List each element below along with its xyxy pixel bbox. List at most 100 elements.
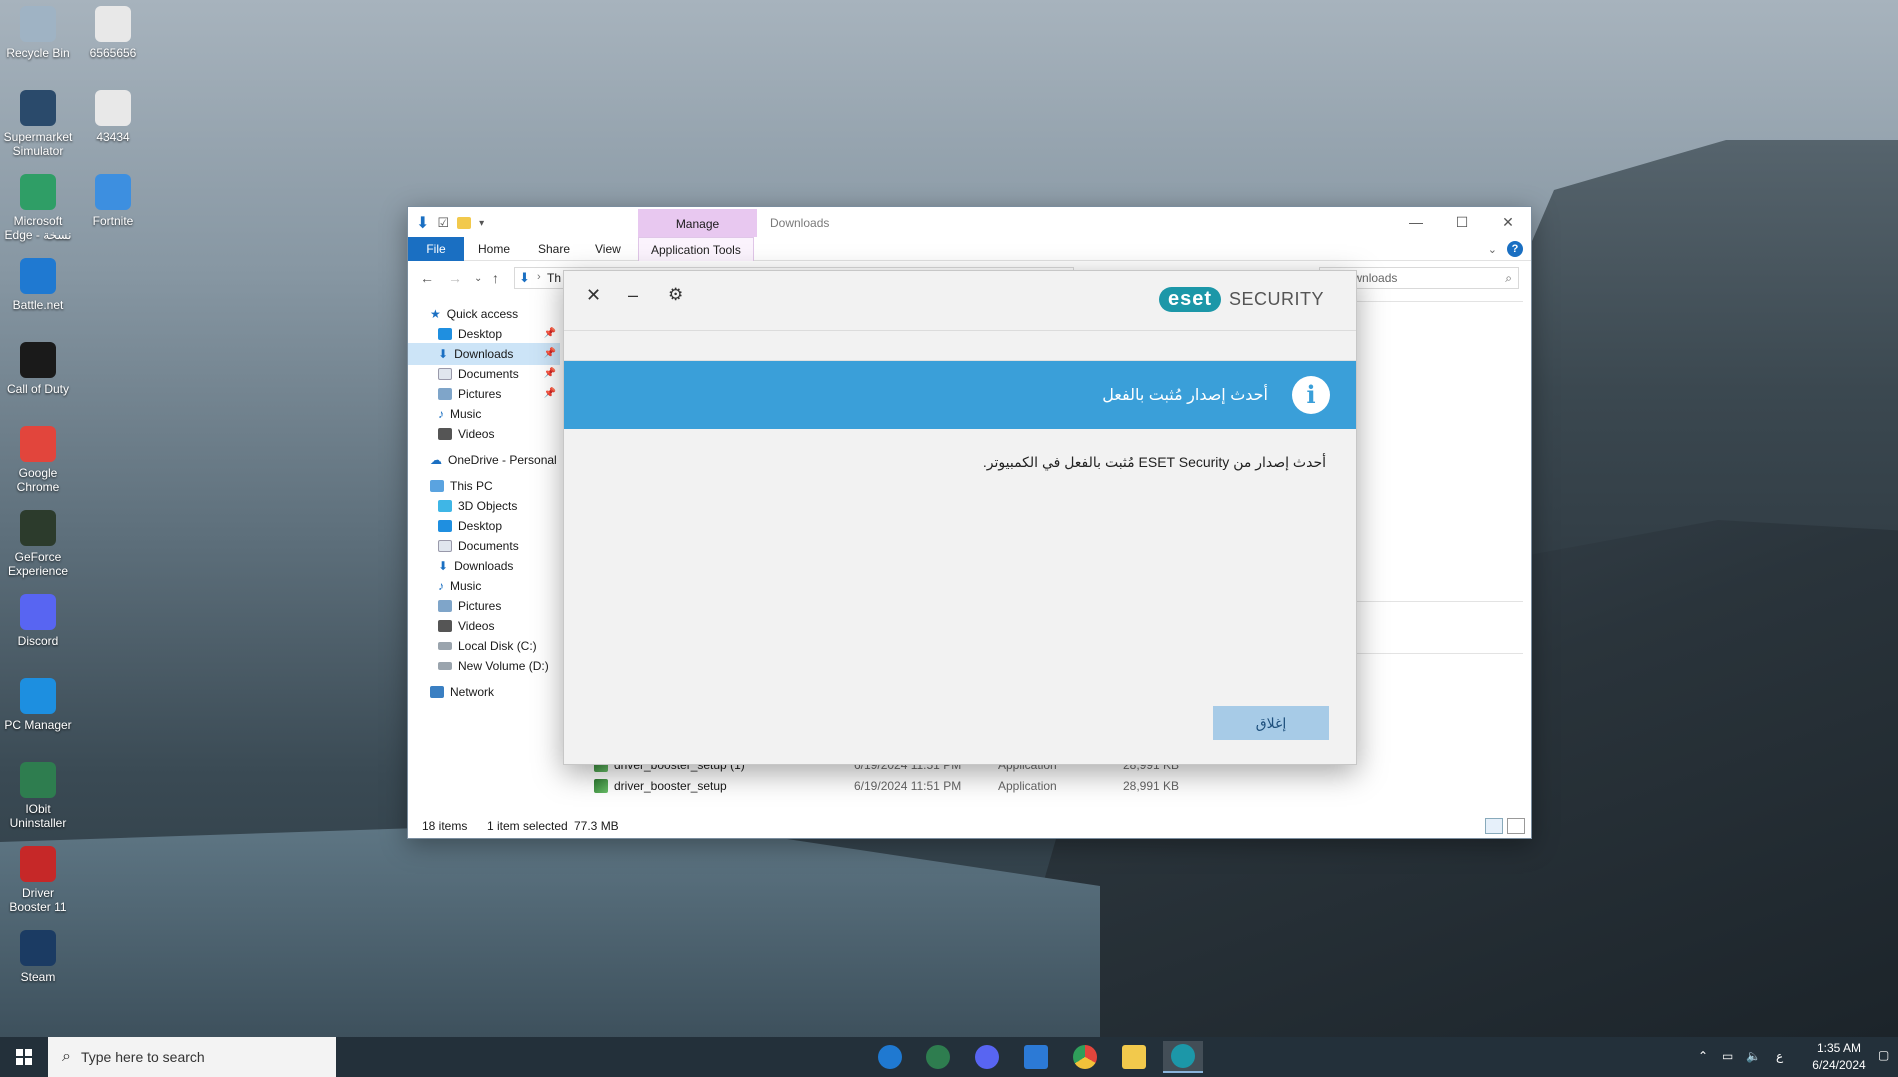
desktop-icon-item[interactable]: Discord [0,594,76,648]
mail-icon [1024,1045,1048,1069]
desktop-icon-item[interactable]: Microsoft Edge - نسخة [0,174,76,242]
taskbar-mail[interactable] [1016,1041,1056,1073]
desktop-icon-item[interactable]: Supermarket Simulator [0,90,76,158]
ribbon-expand-icon[interactable]: ⌄ [1488,243,1497,256]
qat-dropdown-icon[interactable]: ▾ [479,218,484,229]
desktop-icon-item[interactable]: PC Manager [0,678,76,732]
desktop-icon-item[interactable]: GeForce Experience [0,510,76,578]
nav-onedrive[interactable]: ☁ OneDrive - Personal [430,449,557,471]
help-icon[interactable]: ? [1507,241,1523,257]
eset-dialog: ✕ – ⚙ eset SECURITY أحدث إصدار مُثبت بال… [563,270,1357,765]
nav-qa-downloads[interactable]: ⬇ Downloads 📌 [408,343,560,365]
nav-pc-local-disk[interactable]: Local Disk (C:) [438,635,537,657]
pc-manager-icon [20,678,56,714]
volume-icon[interactable]: 🔈 [1746,1049,1761,1063]
forward-icon[interactable]: → [448,270,462,286]
nav-pc-3d-objects[interactable]: 3D Objects [438,495,517,517]
tab-file[interactable]: File [408,237,464,261]
clock-date[interactable]: 6/24/2024 [1804,1058,1874,1072]
call-of-duty-icon [20,342,56,378]
videos-icon [438,428,452,440]
nav-pc-music[interactable]: ♪ Music [438,575,481,597]
desktop-icon-label: Steam [20,970,56,984]
desktop-icon-item[interactable]: Fortnite [75,174,151,228]
new-folder-icon[interactable] [457,217,472,229]
file-icon [95,6,131,42]
desktop-icon-label: Recycle Bin [6,46,70,60]
desktop-icon-item[interactable]: Call of Duty [0,342,76,396]
nav-pc-pictures[interactable]: Pictures [438,595,501,617]
desktop-icon-label: 43434 [96,130,130,144]
nav-qa-music[interactable]: ♪ Music [438,403,481,425]
desktop-icon-label: Call of Duty [6,382,70,396]
taskbar-file-explorer[interactable] [1114,1041,1154,1073]
taskbar-discord[interactable] [967,1041,1007,1073]
close-icon[interactable]: ✕ [586,285,601,306]
properties-icon[interactable]: ☑ [437,215,449,231]
steam-icon [20,930,56,966]
pin-icon: 📌 [543,388,556,399]
download-arrow-icon[interactable]: ⬇ [416,213,429,233]
notification-icon[interactable]: ▢ [1878,1048,1889,1062]
clock-time[interactable]: 1:35 AM [1810,1041,1868,1055]
desktop-icon-item[interactable]: Driver Booster 11 [0,846,76,914]
nav-quick-access[interactable]: ★ Quick access [430,303,518,325]
system-tray: ⌃ ▭ 🔈 ع 1:35 AM 6/24/2024 ▢ [1698,1037,1898,1077]
input-language[interactable]: ع [1776,1049,1783,1063]
up-icon[interactable]: ↑ [492,270,499,286]
desktop-icon-item[interactable]: 6565656 [75,6,151,60]
nav-qa-videos[interactable]: Videos [438,423,494,445]
nav-qa-documents[interactable]: Documents 📌 [438,363,560,385]
maximize-icon[interactable]: ☐ [1439,207,1485,237]
cloud-icon: ☁ [430,453,442,467]
nav-pc-new-volume[interactable]: New Volume (D:) [438,655,549,677]
desktop-icon-item[interactable]: Battle.net [0,258,76,312]
chevron-up-icon[interactable]: ⌃ [1698,1049,1708,1063]
file-row[interactable]: driver_booster_setup 6/19/2024 11:51 PM … [588,776,1288,796]
recent-dropdown-icon[interactable]: ⌄ [474,273,482,284]
desktop-icon-item[interactable]: Steam [0,930,76,984]
taskbar-search-input[interactable]: ⌕ Type here to search [48,1037,336,1077]
nav-pc-documents[interactable]: Documents [438,535,519,557]
item-count: 18 items [422,819,468,833]
desktop-icon-item[interactable]: Recycle Bin [0,6,76,60]
nav-this-pc[interactable]: This PC [430,475,493,497]
nav-label: Downloads [454,347,514,361]
nav-label: Downloads [454,559,514,573]
minimize-icon[interactable]: — [1393,207,1439,237]
tab-view[interactable]: View [595,237,621,261]
eset-brand-word: SECURITY [1228,289,1324,309]
large-icons-view-icon[interactable] [1507,818,1525,834]
star-icon: ★ [430,307,441,321]
taskbar-chrome[interactable] [1065,1041,1105,1073]
details-view-icon[interactable] [1485,818,1503,834]
nav-pc-downloads[interactable]: ⬇ Downloads [438,555,513,577]
close-icon[interactable]: ✕ [1485,207,1531,237]
taskbar-iobit[interactable] [918,1041,958,1073]
gear-icon[interactable]: ⚙ [668,285,683,305]
nav-pc-videos[interactable]: Videos [438,615,494,637]
taskbar-battlenet[interactable] [870,1041,910,1073]
close-button[interactable]: إغلاق [1213,706,1329,740]
nav-pc-desktop[interactable]: Desktop [438,515,502,537]
desktop-icon-item[interactable]: 43434 [75,90,151,144]
desktop-icon-item[interactable]: IObit Uninstaller [0,762,76,830]
manage-tab[interactable]: Manage [638,209,757,237]
network-icon[interactable]: ▭ [1722,1049,1733,1063]
minimize-icon[interactable]: – [628,285,638,306]
nav-qa-desktop[interactable]: Desktop 📌 [438,323,560,345]
tab-application-tools[interactable]: Application Tools [638,237,754,261]
file-type: Application [998,779,1057,793]
desktop-icon-item[interactable]: Google Chrome [0,426,76,494]
desktop-icon-label: 6565656 [89,46,137,60]
tab-share[interactable]: Share [538,237,570,261]
start-button[interactable] [0,1037,48,1077]
search-placeholder: Type here to search [80,1049,205,1065]
fortnite-icon [95,174,131,210]
back-icon[interactable]: ← [420,270,434,286]
nav-label: Videos [458,427,495,441]
nav-network[interactable]: Network [430,681,494,703]
taskbar-eset[interactable] [1163,1041,1203,1073]
nav-qa-pictures[interactable]: Pictures 📌 [438,383,560,405]
tab-home[interactable]: Home [478,237,510,261]
